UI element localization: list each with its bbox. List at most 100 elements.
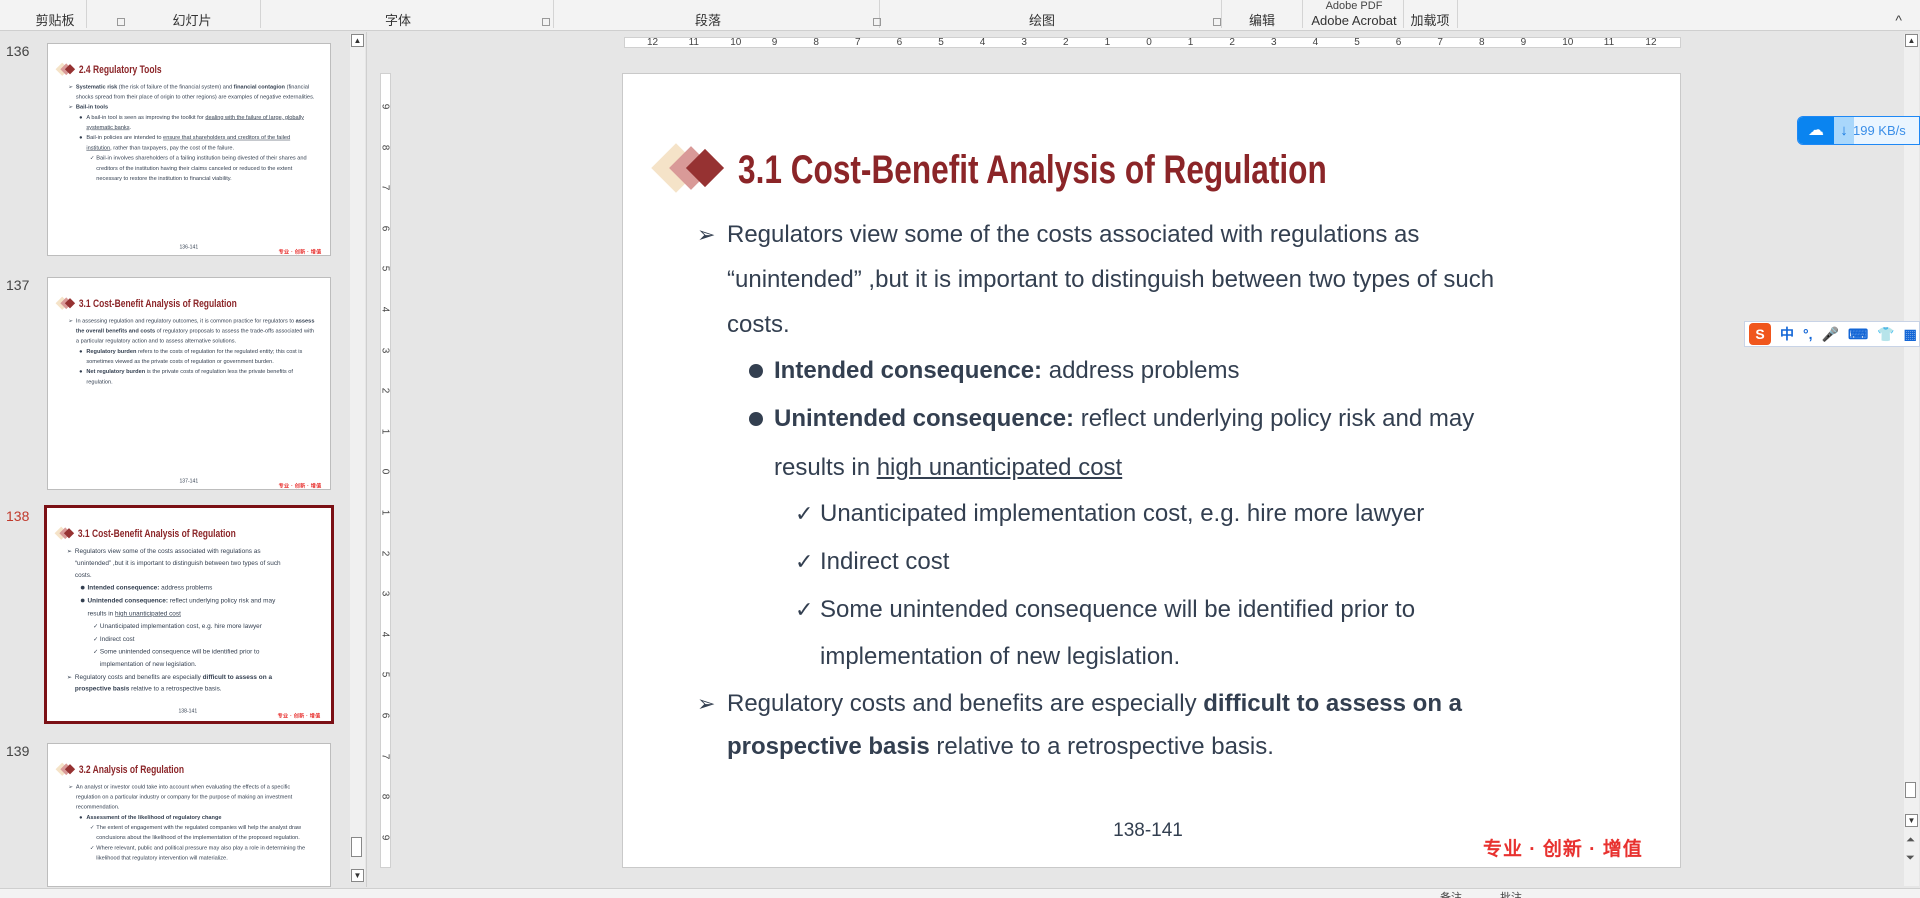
ribbon-divider bbox=[553, 0, 554, 28]
arrow-bullet-icon: ➢ bbox=[68, 317, 74, 324]
dialog-launcher-icon[interactable] bbox=[873, 18, 881, 26]
next-slide-icon[interactable]: ⏷ bbox=[1906, 852, 1915, 865]
ruler-number: 2 bbox=[1229, 37, 1235, 48]
slide-thumbnail-136[interactable]: 2.4 Regulatory Tools ➢ Systematic risk (th… bbox=[47, 43, 331, 256]
ruler-number: 8 bbox=[813, 37, 819, 48]
thumbnail-content: 3.2 Analysis of Regulation ➢ An analyst or… bbox=[48, 744, 330, 886]
scroll-down-button[interactable]: ▼ bbox=[351, 869, 364, 882]
vertical-ruler: 9 8 7 6 5 4 3 2 1 0 1 2 3 4 5 6 7 8 9 bbox=[379, 73, 391, 868]
slide-title: 3.1 Cost-Benefit Analysis of Regulation bbox=[77, 527, 236, 540]
dot-bullet-icon: ● bbox=[79, 348, 83, 355]
slogan-logo: 专业 · 创新 · 增值 bbox=[277, 713, 321, 719]
text-run: “unintended” ,but it is important to dis… bbox=[727, 266, 1495, 293]
ruler-number: 1 bbox=[379, 428, 391, 435]
comments-button[interactable]: 批注 bbox=[1500, 889, 1522, 898]
ribbon: Adobe PDF 剪贴板 幻灯片 字体 段落 绘图 编辑 Adobe Acrobat 加载项… bbox=[0, 0, 1920, 31]
adobe-pdf-button[interactable]: Adobe PDF bbox=[1326, 0, 1383, 12]
punctuation-icon[interactable]: °, bbox=[1803, 326, 1813, 342]
text-run: results in bbox=[774, 454, 877, 481]
status-bar: 备注 批注 bbox=[0, 888, 1920, 898]
slide-paragraph: ✓ Where relevant, public and political pr… bbox=[68, 843, 316, 863]
check-bullet-icon: ✓ bbox=[795, 501, 814, 526]
text-run: relative to a retrospective basis. bbox=[129, 684, 222, 692]
thumbnail-scrollbar[interactable]: ▲ ▼ bbox=[350, 34, 365, 882]
ruler-number: 3 bbox=[1021, 37, 1027, 48]
keyboard-icon[interactable]: ⌨ bbox=[1848, 326, 1868, 343]
slide-number: 138 bbox=[6, 508, 30, 524]
bold-text: prospective basis bbox=[727, 733, 930, 760]
slide-thumbnail-pane: 136 2.4 Regulatory Tools ➢ Systematic risk … bbox=[0, 32, 367, 887]
slide-text-line: implementation of new legislation. bbox=[100, 660, 197, 668]
ruler-number: 7 bbox=[855, 37, 861, 48]
ruler-number: 7 bbox=[379, 184, 391, 191]
text-run: Some unintended consequence will be iden… bbox=[99, 648, 260, 656]
ribbon-group-label: 编辑 bbox=[1248, 13, 1276, 28]
slide-canvas[interactable]: 3.1 Cost-Benefit Analysis of Regulation ➢… bbox=[622, 73, 1681, 868]
scroll-thumb[interactable] bbox=[351, 837, 362, 857]
text-run: (the risk of failure of the financial sy… bbox=[117, 83, 234, 90]
notes-button[interactable]: 备注 bbox=[1440, 889, 1462, 898]
ruler-number: 3 bbox=[379, 347, 391, 353]
bold-text: difficult to assess on a bbox=[202, 673, 273, 681]
slide-paragraph: ● A bail-in tool is seen as improving the… bbox=[68, 112, 316, 132]
slide-body: ➢ An analyst or investor could take into … bbox=[68, 782, 316, 864]
text-run: address problems bbox=[1042, 357, 1240, 384]
scroll-up-button[interactable]: ▲ bbox=[351, 34, 364, 47]
slide-thumbnail-139[interactable]: 3.2 Analysis of Regulation ➢ An analyst or… bbox=[47, 743, 331, 887]
scroll-up-button[interactable]: ▲ bbox=[1905, 34, 1918, 47]
ruler-number: 2 bbox=[379, 550, 391, 556]
dot-bullet-icon: ● bbox=[79, 368, 83, 375]
check-bullet-icon: ✓ bbox=[89, 824, 95, 831]
download-arrow-icon: ↓ bbox=[1834, 117, 1854, 144]
ruler-number: 9 bbox=[1520, 37, 1527, 48]
ruler-number: 10 bbox=[1562, 37, 1574, 48]
ribbon-group-label: 幻灯片 bbox=[172, 13, 212, 28]
dialog-launcher-icon[interactable] bbox=[117, 18, 125, 26]
bold-text: Net regulatory burden bbox=[86, 368, 146, 375]
scroll-thumb[interactable] bbox=[1905, 782, 1916, 798]
slide-body: ➢ Systematic risk (the risk of failure of… bbox=[68, 82, 316, 184]
ime-toolbar[interactable]: S 中 °, 🎤 ⌨ 👕 ▦ bbox=[1744, 321, 1920, 347]
dialog-launcher-icon[interactable] bbox=[542, 18, 550, 26]
dialog-launcher-icon[interactable] bbox=[1213, 18, 1221, 26]
microphone-icon[interactable]: 🎤 bbox=[1822, 326, 1839, 343]
ruler-number: 10 bbox=[730, 37, 742, 48]
text-run: Indirect cost bbox=[99, 635, 135, 643]
ruler-number: 11 bbox=[1603, 37, 1615, 48]
dot-bullet-icon bbox=[80, 585, 85, 590]
text-run: results in bbox=[87, 609, 116, 618]
previous-slide-icon[interactable]: ⏶ bbox=[1906, 834, 1915, 847]
sogou-logo-icon[interactable]: S bbox=[1749, 323, 1771, 345]
scroll-down-button[interactable]: ▼ bbox=[1905, 814, 1918, 827]
dot-bullet-icon: ● bbox=[79, 134, 83, 141]
ruler-number: 11 bbox=[688, 37, 699, 48]
ruler-number: 4 bbox=[379, 306, 391, 313]
slide-text-line: prospective basis relative to a retrospe… bbox=[727, 732, 1274, 762]
ruler-number: 3 bbox=[1271, 37, 1277, 48]
ruler-number: 5 bbox=[1354, 37, 1360, 48]
ruler-number: 1 bbox=[1187, 37, 1194, 48]
ruler-number: 7 bbox=[379, 753, 391, 759]
text-run: Where relevant, public and political pre… bbox=[96, 844, 306, 861]
skin-icon[interactable]: 👕 bbox=[1877, 326, 1894, 343]
slide-text-line: Unanticipated implementation cost, e.g. … bbox=[100, 622, 262, 630]
text-run: high unanticipated cost bbox=[115, 609, 181, 618]
slide-text-line: Regulators view some of the costs associ… bbox=[75, 547, 261, 555]
bold-text: Unintended consequence: bbox=[774, 405, 1075, 432]
slide-scrollbar[interactable]: ▲ ▼ ⏶ ⏷ bbox=[1904, 34, 1919, 886]
baidu-netdisk-download-widget[interactable]: ☁ ↓ 199 KB/s bbox=[1797, 116, 1920, 145]
ruler-number: 4 bbox=[979, 37, 986, 48]
collapse-ribbon-button[interactable]: ^ bbox=[1895, 12, 1902, 28]
check-bullet-icon: ✓ bbox=[93, 648, 99, 655]
slide-text-line: costs. bbox=[727, 310, 790, 340]
ribbon-divider bbox=[1221, 0, 1222, 28]
page-number: 137-141 bbox=[179, 478, 199, 484]
thumbnail-content: 2.4 Regulatory Tools ➢ Systematic risk (th… bbox=[48, 44, 330, 255]
thumbnail-content: 3.1 Cost-Benefit Analysis of Regulation ➢… bbox=[47, 508, 331, 721]
slide-thumbnail-137[interactable]: 3.1 Cost-Benefit Analysis of Regulation ➢… bbox=[47, 277, 331, 490]
bold-text: Systematic risk bbox=[75, 83, 118, 90]
slide-thumbnail-138[interactable]: 3.1 Cost-Benefit Analysis of Regulation ➢… bbox=[44, 505, 334, 724]
toolbox-icon[interactable]: ▦ bbox=[1904, 326, 1917, 343]
chinese-mode-icon[interactable]: 中 bbox=[1780, 324, 1794, 344]
ruler-number: 9 bbox=[379, 834, 391, 841]
